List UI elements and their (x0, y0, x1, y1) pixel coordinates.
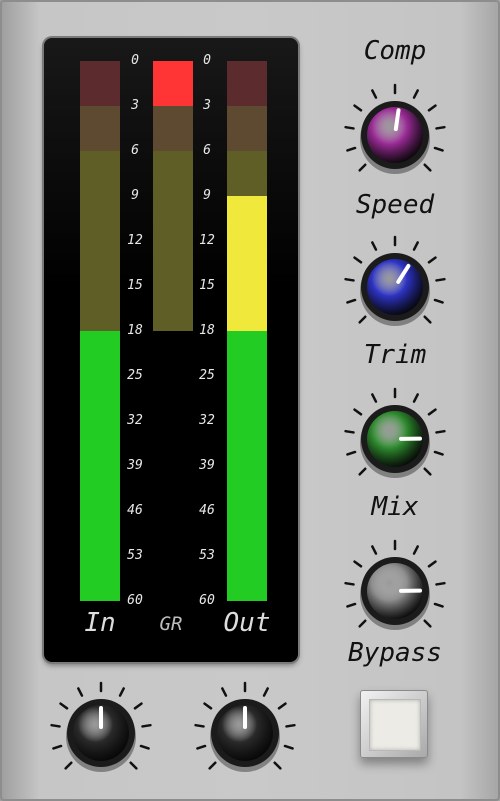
meter-segment-lit (80, 331, 120, 601)
scale-tick-label: 0 (203, 53, 211, 68)
scale-tick-label: 53 (127, 548, 143, 563)
mix-label: Mix (371, 492, 419, 522)
scale-tick-label: 3 (203, 98, 211, 113)
mix-knob[interactable] (340, 536, 450, 646)
knob-graphic (344, 539, 446, 630)
scale-tick-label: 39 (127, 458, 143, 473)
comp-knob[interactable] (340, 80, 450, 190)
meter-segment-lit (227, 331, 267, 601)
scale-tick-label: 3 (131, 98, 139, 113)
meter-segment-dim (227, 151, 267, 196)
gr-peak-hold (153, 61, 193, 106)
speed-label: Speed (355, 190, 435, 220)
meter-panel: 0 3 6 9 12 15 18 25 32 39 46 53 60 0 3 6 9 12 15 18 25 32 39 4… (44, 38, 298, 662)
scale-tick-label: 6 (131, 143, 139, 158)
bypass-label: Bypass (348, 638, 442, 668)
trim-label: Trim (363, 340, 427, 370)
scale-tick-label: 25 (127, 368, 143, 383)
input-meter-label: In (84, 608, 116, 638)
comp-label: Comp (363, 36, 427, 66)
knob-graphic (50, 681, 152, 772)
output-meter-label: Out (223, 608, 271, 638)
gain-reduction-meter (153, 61, 193, 601)
scale-tick-label: 60 (199, 593, 215, 608)
knob-graphic (344, 387, 446, 478)
input-meter (80, 61, 120, 601)
scale-tick-label: 12 (127, 233, 143, 248)
meter-segment-dim (227, 106, 267, 151)
scale-tick-label: 60 (127, 593, 143, 608)
scale-tick-label: 12 (199, 233, 215, 248)
scale-tick-label: 32 (199, 413, 215, 428)
input-gain-knob[interactable] (46, 678, 156, 788)
knob-graphic (344, 235, 446, 326)
knob-pointer (393, 108, 401, 132)
gr-meter-label: GR (159, 613, 183, 635)
scale-tick-label: 18 (127, 323, 143, 338)
scale-tick-label: 6 (203, 143, 211, 158)
scale-tick-label: 9 (131, 188, 139, 203)
meter-segment-dim (227, 61, 267, 106)
bypass-button-cap (369, 699, 421, 751)
scale-tick-label: 25 (199, 368, 215, 383)
meter-segment-lit (227, 196, 267, 331)
scale-tick-label: 46 (199, 503, 215, 518)
output-meter (227, 61, 267, 601)
trim-knob[interactable] (340, 384, 450, 494)
scale-tick-label: 18 (199, 323, 215, 338)
speed-knob[interactable] (340, 232, 450, 342)
knob-graphic (194, 681, 296, 772)
scale-tick-label: 39 (199, 458, 215, 473)
bypass-button[interactable] (360, 690, 428, 758)
scale-tick-label: 46 (127, 503, 143, 518)
scale-tick-label: 15 (199, 278, 215, 293)
scale-tick-label: 9 (203, 188, 211, 203)
meter-segment-dim (80, 61, 120, 106)
output-gain-knob[interactable] (190, 678, 300, 788)
meter-segment-dim (80, 151, 120, 331)
scale-tick-label: 15 (127, 278, 143, 293)
scale-tick-label: 53 (199, 548, 215, 563)
scale-tick-label: 32 (127, 413, 143, 428)
gr-segment-dim (153, 106, 193, 151)
knob-graphic (344, 83, 446, 174)
scale-tick-label: 0 (131, 53, 139, 68)
gr-segment-dim (153, 151, 193, 331)
meter-segment-dim (80, 106, 120, 151)
